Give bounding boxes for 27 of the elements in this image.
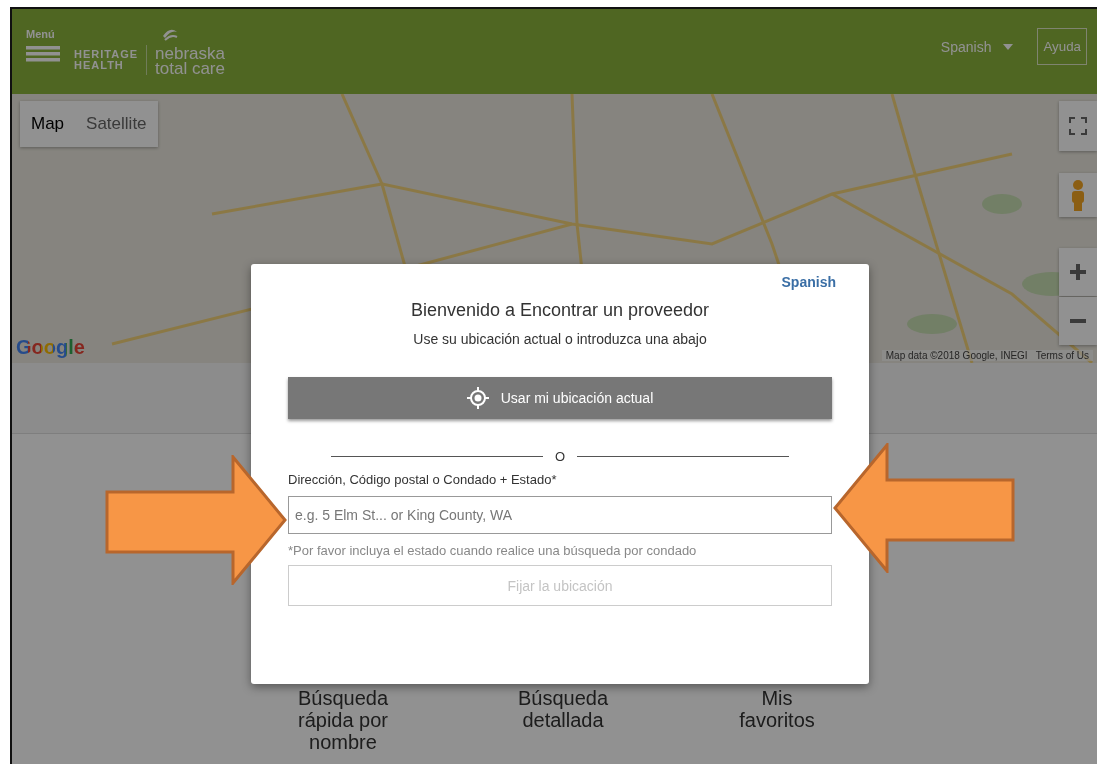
- map-attribution: Map data ©2018 Google, INEGI: [885, 350, 1028, 361]
- language-link[interactable]: Spanish: [781, 274, 836, 290]
- plus-icon: [1069, 263, 1087, 281]
- logo-text: HERITAGE HEALTH: [74, 48, 139, 71]
- modal-title: Bienvenido a Encontrar un proveedor: [409, 300, 711, 321]
- field-label: Dirección, Código postal o Condado + Estado*: [288, 472, 558, 487]
- crosshair-icon: [466, 387, 489, 409]
- menu-icon: [26, 45, 60, 62]
- search-option-label[interactable]: Mis favoritos: [722, 687, 832, 753]
- address-field[interactable]: e.g. 5 Elm St... or King County, WA: [288, 496, 832, 534]
- field-hint: *Por favor incluya el estado cuando realice una búsqueda por condado: [288, 543, 698, 558]
- logo-text: nebraska total care: [155, 45, 225, 76]
- terms-link[interactable]: Terms of Us: [1035, 350, 1089, 361]
- fullscreen-button[interactable]: [1059, 101, 1097, 151]
- person-icon: [1070, 179, 1086, 211]
- use-location-button[interactable]: Usar mi ubicación actual: [288, 377, 832, 419]
- zoom-in-button[interactable]: [1059, 248, 1097, 296]
- divider-label: O: [554, 449, 566, 464]
- minus-icon: [1069, 319, 1087, 323]
- caret-icon: [1003, 43, 1014, 50]
- zoom-out-button[interactable]: [1059, 297, 1097, 345]
- modal-subtitle: Use su ubicación actual o introduzca una abajo: [412, 331, 708, 347]
- fullscreen-icon: [1069, 117, 1087, 135]
- search-option-label[interactable]: Búsqueda rápida por nombre: [283, 687, 403, 753]
- map-type-tab[interactable]: Satellite: [75, 101, 158, 147]
- map-type-tab[interactable]: Map: [20, 101, 76, 147]
- search-option-label[interactable]: Búsqueda detallada: [508, 687, 618, 753]
